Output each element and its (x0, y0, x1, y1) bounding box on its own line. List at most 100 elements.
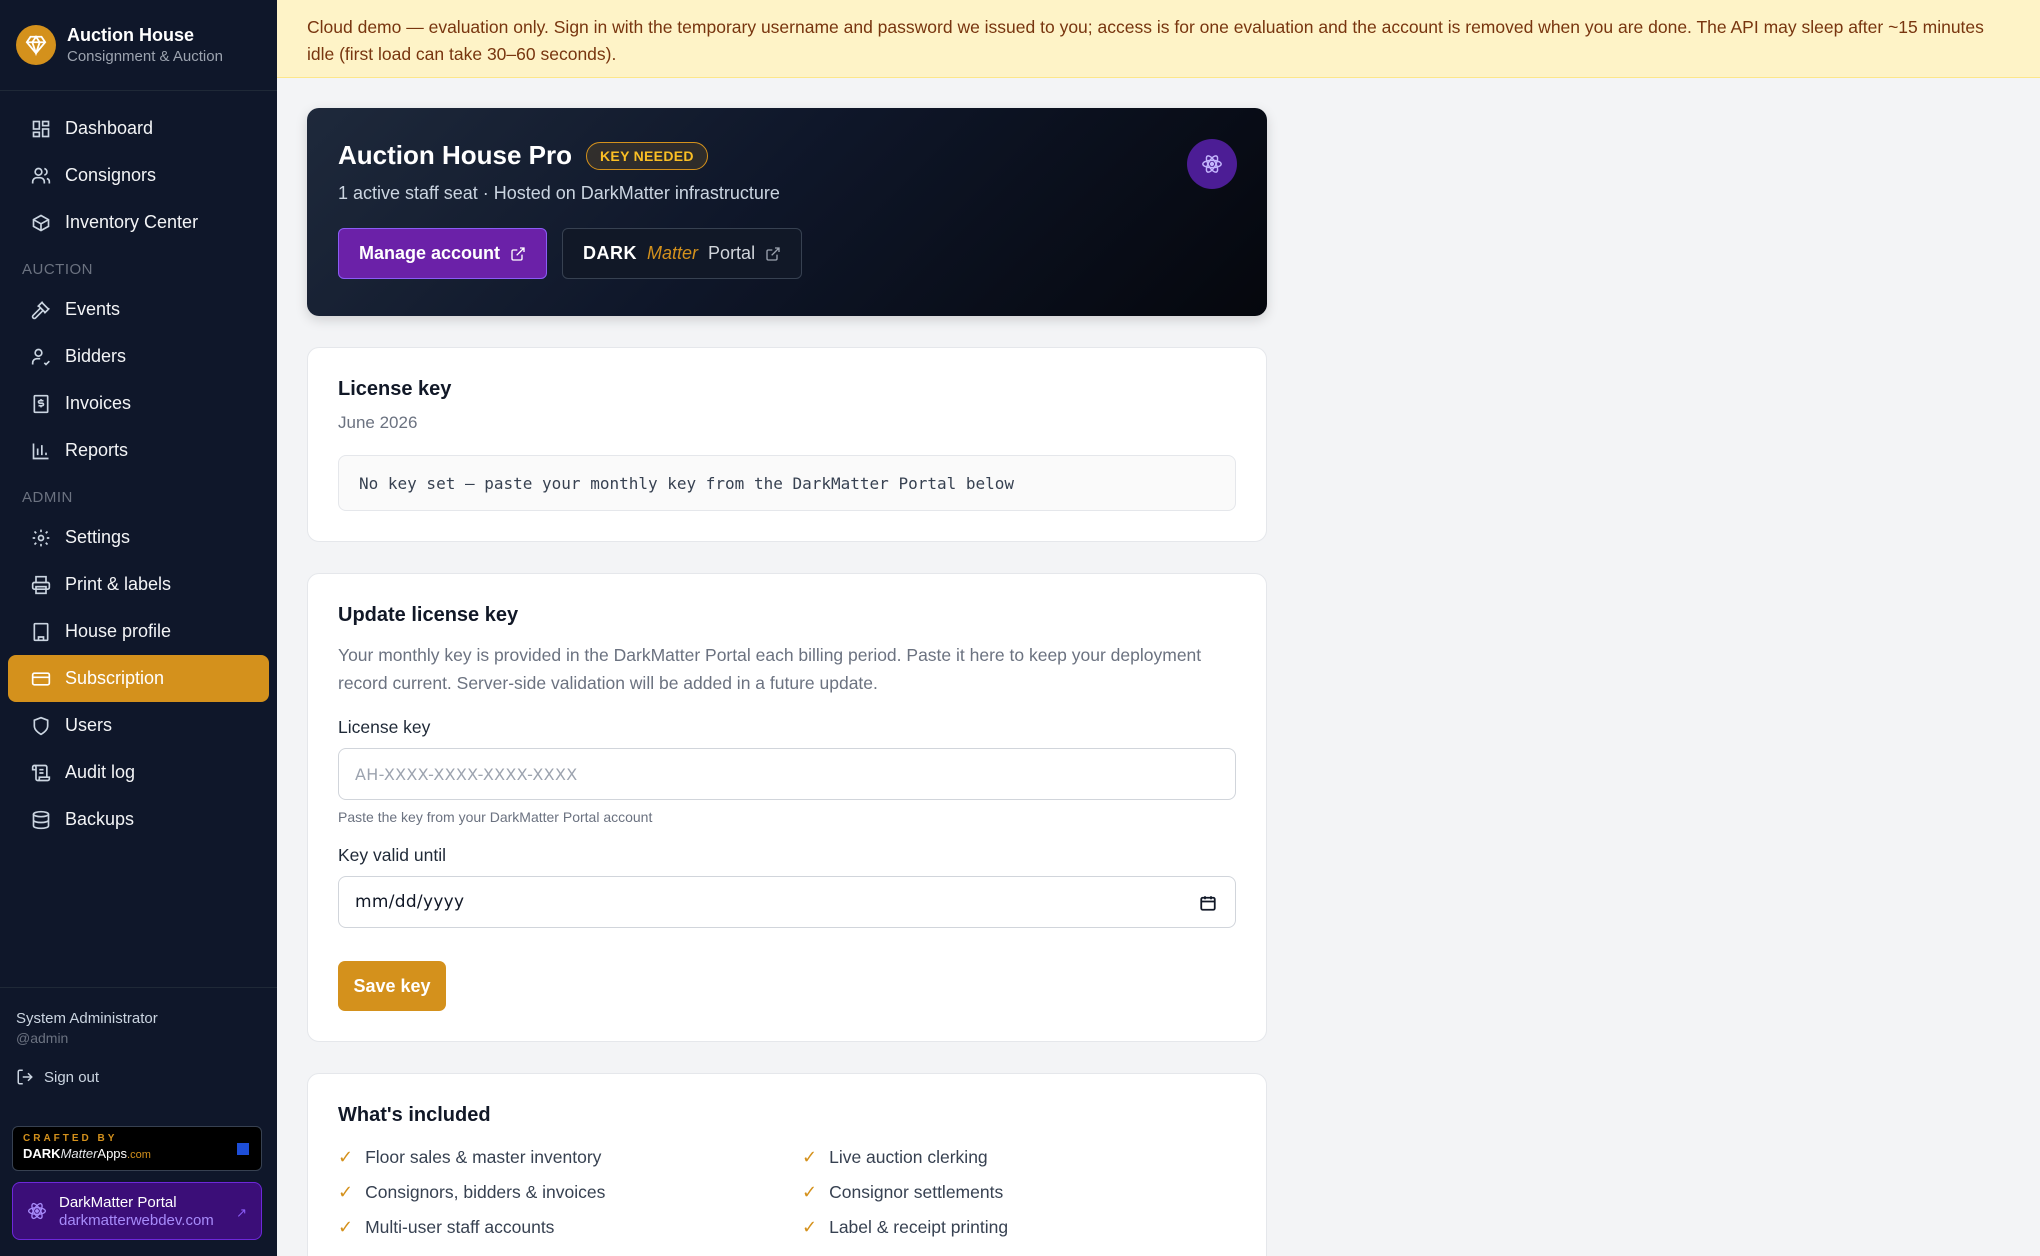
sidebar-item-house-profile[interactable]: House profile (8, 608, 269, 655)
status-badge: KEY NEEDED (586, 141, 708, 170)
user-name: System Administrator (16, 1010, 158, 1027)
license-key-status: No key set — paste your monthly key from… (338, 455, 1236, 511)
card-title: What's included (338, 1104, 491, 1126)
license-key-input[interactable]: AH-XXXX-XXXX-XXXX-XXXX (338, 748, 1236, 800)
nav-section-auction: AUCTION (22, 261, 93, 278)
darkmatter-apps-logo: DARKMatterApps.com (23, 1146, 151, 1161)
sidebar-item-label: Users (65, 715, 113, 735)
printer-icon (30, 574, 52, 596)
sidebar-item-label: Audit log (65, 762, 136, 782)
sidebar-item-subscription[interactable]: Subscription (8, 655, 269, 702)
portal-logo-matter: Matter (647, 243, 699, 263)
list-item: ✓ Live auction clerking (802, 1147, 988, 1167)
badge-square-icon (237, 1143, 249, 1155)
atom-icon (1187, 139, 1237, 189)
check-icon: ✓ (338, 1217, 354, 1237)
card-title: Update license key (338, 604, 519, 626)
sidebar-item-label: Consignors (65, 165, 157, 185)
check-icon: ✓ (338, 1147, 354, 1167)
brand-title: Auction House (67, 25, 195, 45)
manage-account-label: Manage account (359, 243, 501, 263)
box-icon (30, 212, 52, 234)
external-link-icon (511, 246, 525, 261)
license-key-label: License key (338, 717, 431, 737)
darkmatter-portal-button[interactable]: DARK Matter Portal (562, 228, 803, 279)
diamond-logo-icon (16, 25, 56, 65)
brand[interactable]: Auction House Consignment & Auction (0, 0, 277, 91)
gavel-icon (30, 299, 52, 321)
sidebar-item-print-labels[interactable]: Print & labels (8, 561, 269, 608)
sidebar: Auction House Consignment & Auction Dash… (0, 0, 277, 1256)
check-icon: ✓ (802, 1147, 818, 1167)
sidebar-item-settings[interactable]: Settings (8, 514, 269, 561)
update-description: Your monthly key is provided in the Dark… (338, 645, 1202, 693)
sidebar-item-inventory-center[interactable]: Inventory Center (8, 199, 269, 246)
sidebar-item-label: Bidders (65, 346, 127, 366)
sidebar-item-label: Backups (65, 809, 135, 829)
plan-title: Auction House Pro (338, 140, 573, 170)
plan-subtitle: 1 active staff seat · Hosted on DarkMatt… (338, 183, 780, 203)
receipt-icon (30, 393, 52, 415)
external-link-icon (766, 246, 780, 261)
crafted-by-label: CRAFTED BY (23, 1133, 118, 1144)
sidebar-item-reports[interactable]: Reports (8, 427, 269, 474)
external-link-icon: ↗ (236, 1205, 247, 1220)
list-item: ✓ Consignors, bidders & invoices (338, 1182, 606, 1202)
whats-included-card: What's included ✓ Floor sales & master in… (307, 1073, 1267, 1256)
valid-until-date-input[interactable]: mm/dd/yyyy (338, 876, 1236, 928)
sidebar-footer: System Administrator @admin Sign out (0, 987, 277, 1086)
sidebar-item-users[interactable]: Users (8, 702, 269, 749)
sidebar-item-dashboard[interactable]: Dashboard (8, 105, 269, 152)
license-key-hint: Paste the key from your DarkMatter Porta… (338, 809, 653, 825)
update-license-card: Update license key Your monthly key is p… (307, 573, 1267, 1042)
sidebar-item-consignors[interactable]: Consignors (8, 152, 269, 199)
nav-section-admin: ADMIN (22, 489, 73, 506)
check-icon: ✓ (802, 1217, 818, 1237)
included-list: ✓ Floor sales & master inventory ✓ Live au… (338, 1147, 1236, 1238)
gear-icon (30, 527, 52, 549)
license-key-card: License key June 2026 No key set — paste… (307, 347, 1267, 542)
user-check-icon (30, 346, 52, 368)
atom-icon (28, 1202, 46, 1220)
sidebar-item-audit-log[interactable]: Audit log (8, 749, 269, 796)
shield-icon (30, 715, 52, 737)
list-item: ✓ Label & receipt printing (802, 1217, 1009, 1237)
darkmatter-portal-link[interactable]: DarkMatter Portal darkmatterwebdev.com ↗ (12, 1182, 262, 1240)
database-icon (30, 809, 52, 831)
valid-until-label: Key valid until (338, 845, 446, 865)
crafted-by-badge[interactable]: CRAFTED BY DARKMatterApps.com (12, 1126, 262, 1171)
check-icon: ✓ (802, 1182, 818, 1202)
scroll-icon (30, 762, 52, 784)
sidebar-item-label: Dashboard (65, 118, 154, 138)
sidebar-item-label: Reports (65, 440, 129, 460)
sidebar-item-label: Print & labels (65, 574, 172, 594)
card-title: License key (338, 378, 452, 400)
list-item: ✓ Consignor settlements (802, 1182, 1004, 1202)
users-icon (30, 165, 52, 187)
check-icon: ✓ (338, 1182, 354, 1202)
sidebar-nav: Dashboard Consignors Inventory Center AU… (0, 91, 277, 843)
manage-account-button[interactable]: Manage account (338, 228, 548, 279)
sidebar-item-invoices[interactable]: Invoices (8, 380, 269, 427)
sidebar-item-label: House profile (65, 621, 172, 641)
portal-logo-dark: DARK (583, 243, 638, 263)
portal-url: darkmatterwebdev.com (59, 1211, 214, 1229)
save-key-button[interactable]: Save key (338, 961, 446, 1011)
brand-subtitle: Consignment & Auction (67, 48, 223, 65)
subscription-hero: Auction House Pro KEY NEEDED 1 active st… (307, 108, 1267, 316)
sidebar-item-bidders[interactable]: Bidders (8, 333, 269, 380)
building-icon (30, 621, 52, 643)
license-period: June 2026 (338, 413, 418, 432)
main-content: Auction House Pro KEY NEEDED 1 active st… (307, 108, 1267, 1256)
dashboard-grid-icon (30, 118, 52, 140)
calendar-icon[interactable] (1199, 894, 1217, 912)
sign-out-button[interactable]: Sign out (16, 1068, 261, 1086)
sidebar-item-label: Settings (65, 527, 131, 547)
sign-out-icon (17, 1069, 33, 1085)
portal-title: DarkMatter Portal (59, 1193, 177, 1211)
sidebar-item-backups[interactable]: Backups (8, 796, 269, 843)
sidebar-item-label: Inventory Center (65, 212, 199, 232)
sidebar-item-events[interactable]: Events (8, 286, 269, 333)
bar-chart-icon (30, 440, 52, 462)
list-item: ✓ Floor sales & master inventory (338, 1147, 602, 1167)
